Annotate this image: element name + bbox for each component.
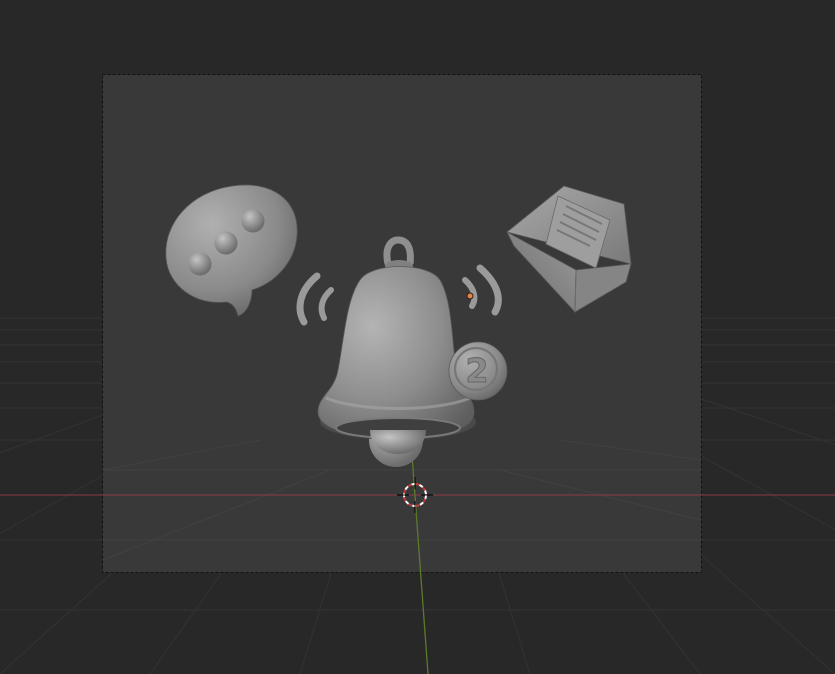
3d-viewport[interactable]: 2 bbox=[0, 0, 835, 674]
object-origin-icon[interactable] bbox=[466, 292, 474, 300]
notification-badge-icon[interactable]: 2 bbox=[448, 341, 508, 401]
viewport-canvas[interactable]: 2 bbox=[0, 0, 835, 674]
notification-badge-count: 2 bbox=[466, 351, 489, 390]
